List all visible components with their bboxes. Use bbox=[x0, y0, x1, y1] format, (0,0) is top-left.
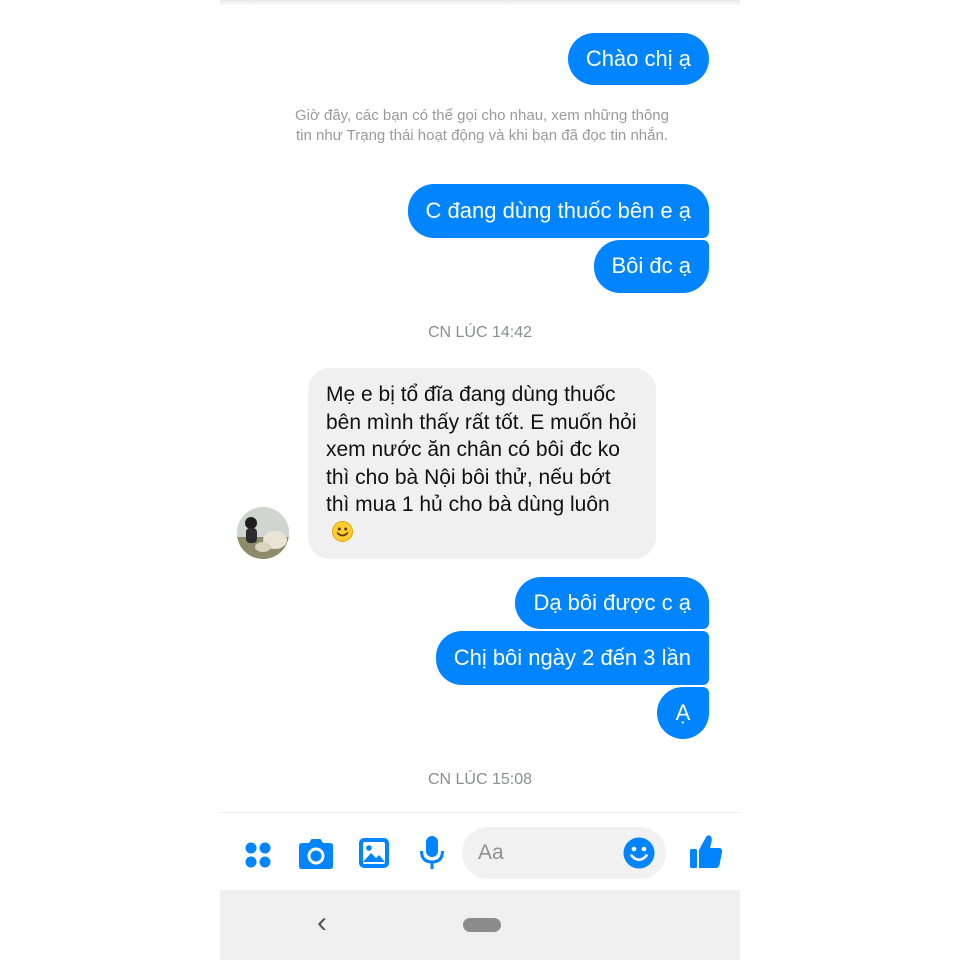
apps-icon[interactable] bbox=[242, 839, 274, 871]
incoming-message[interactable]: Mẹ e bị tổ đĩa đang dùng thuốc bên mình … bbox=[308, 368, 656, 559]
thumbs-up-icon[interactable] bbox=[689, 834, 723, 870]
info-notice: Giờ đây, các bạn có thể gọi cho nhau, xe… bbox=[294, 107, 669, 144]
gallery-icon[interactable] bbox=[358, 837, 390, 869]
contact-avatar[interactable] bbox=[237, 507, 289, 559]
microphone-icon[interactable] bbox=[419, 835, 445, 871]
timestamp: CN LÚC 14:42 bbox=[427, 324, 533, 341]
status-shadow bbox=[220, 0, 740, 6]
back-icon[interactable]: ‹ bbox=[314, 908, 330, 938]
system-navigation-bar: ‹ bbox=[220, 890, 740, 960]
messenger-screen: Chào chị ạ Giờ đây, các bạn có thể gọi c… bbox=[220, 0, 740, 960]
outgoing-message[interactable]: Dạ bôi được c ạ bbox=[515, 577, 709, 629]
outgoing-message[interactable]: Chào chị ạ bbox=[567, 33, 709, 85]
composer-bar bbox=[220, 812, 740, 893]
smile-emoji-icon bbox=[332, 520, 353, 542]
outgoing-message[interactable]: Chị bôi ngày 2 đến 3 lần bbox=[435, 631, 709, 685]
camera-icon[interactable] bbox=[298, 837, 334, 871]
emoji-icon[interactable] bbox=[623, 837, 655, 869]
home-pill-icon[interactable] bbox=[463, 918, 501, 932]
outgoing-message[interactable]: C đang dùng thuốc bên e ạ bbox=[407, 184, 709, 238]
timestamp: CN LÚC 15:08 bbox=[427, 771, 533, 788]
outgoing-message[interactable]: Ạ bbox=[657, 687, 709, 739]
outgoing-message[interactable]: Bôi đc ạ bbox=[593, 240, 709, 293]
incoming-message-text: Mẹ e bị tổ đĩa đang dùng thuốc bên mình … bbox=[326, 383, 637, 516]
